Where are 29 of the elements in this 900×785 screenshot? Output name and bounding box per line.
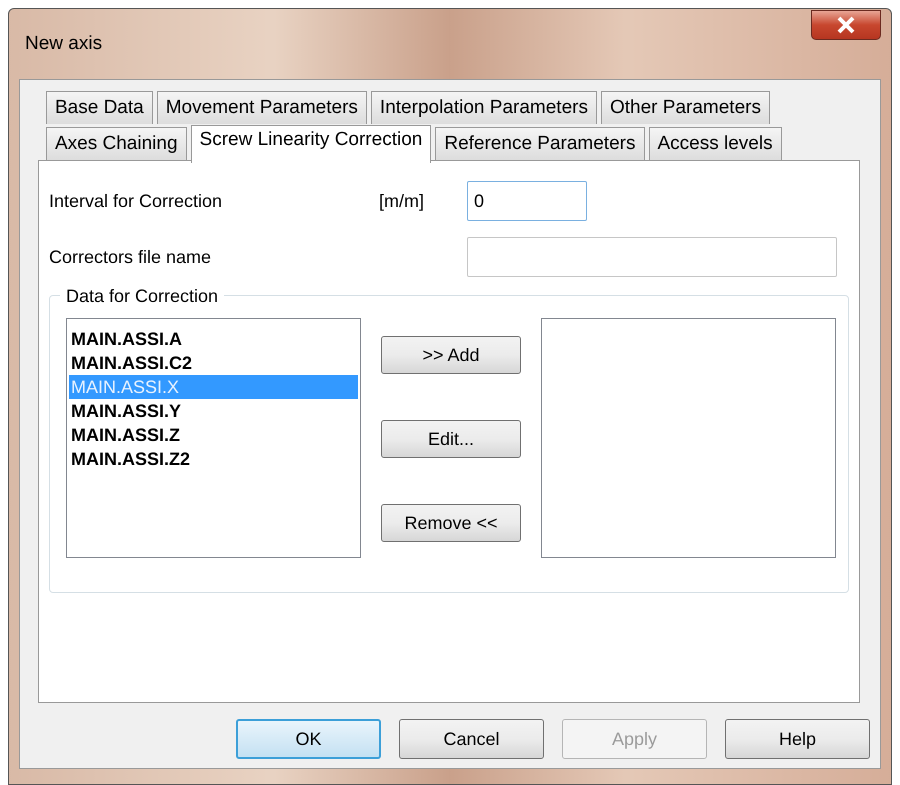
action-button[interactable]: Remove << — [381, 504, 522, 542]
window-title: New axis — [24, 32, 102, 56]
tab[interactable]: Interpolation Parameters — [370, 91, 597, 124]
tab[interactable]: Screw Linearity Correction — [190, 125, 432, 163]
list-item[interactable]: MAIN.ASSI.Z2 — [69, 447, 358, 471]
tab[interactable]: Movement Parameters — [156, 91, 367, 124]
tab[interactable]: Base Data — [46, 91, 153, 124]
list-item[interactable]: MAIN.ASSI.A — [69, 327, 358, 351]
source-list[interactable]: MAIN.ASSI.A MAIN.ASSI.C2 MAIN.ASSI.X MAIN.ASSI.Y MAIN.ASSI.Z MAIN.ASSI.Z2 — [66, 318, 362, 558]
field-label: Correctors file name — [49, 246, 212, 268]
list-item[interactable]: MAIN.ASSI.C2 — [69, 351, 358, 375]
tab[interactable]: Reference Parameters — [435, 127, 644, 160]
target-list[interactable] — [541, 318, 836, 558]
unit-label: [m/m] — [379, 190, 425, 213]
close-icon — [836, 16, 856, 34]
list-item[interactable]: MAIN.ASSI.Y — [69, 399, 358, 423]
interval-input[interactable]: 0 — [467, 181, 587, 221]
tab[interactable]: Other Parameters — [600, 91, 770, 124]
dialog-button[interactable]: Cancel — [399, 719, 544, 759]
dialog-button[interactable]: OK — [236, 719, 381, 759]
action-button[interactable]: >> Add — [381, 336, 522, 374]
action-button[interactable]: Edit... — [381, 420, 522, 458]
close-button[interactable] — [811, 10, 881, 40]
dialog-button[interactable]: Help — [725, 719, 870, 759]
tab[interactable]: Access levels — [648, 127, 782, 160]
file-name-input[interactable] — [467, 237, 837, 277]
list-item[interactable]: MAIN.ASSI.Z — [69, 423, 358, 447]
tab[interactable]: Axes Chaining — [46, 127, 187, 160]
field-label: Interval for Correction — [49, 190, 224, 212]
